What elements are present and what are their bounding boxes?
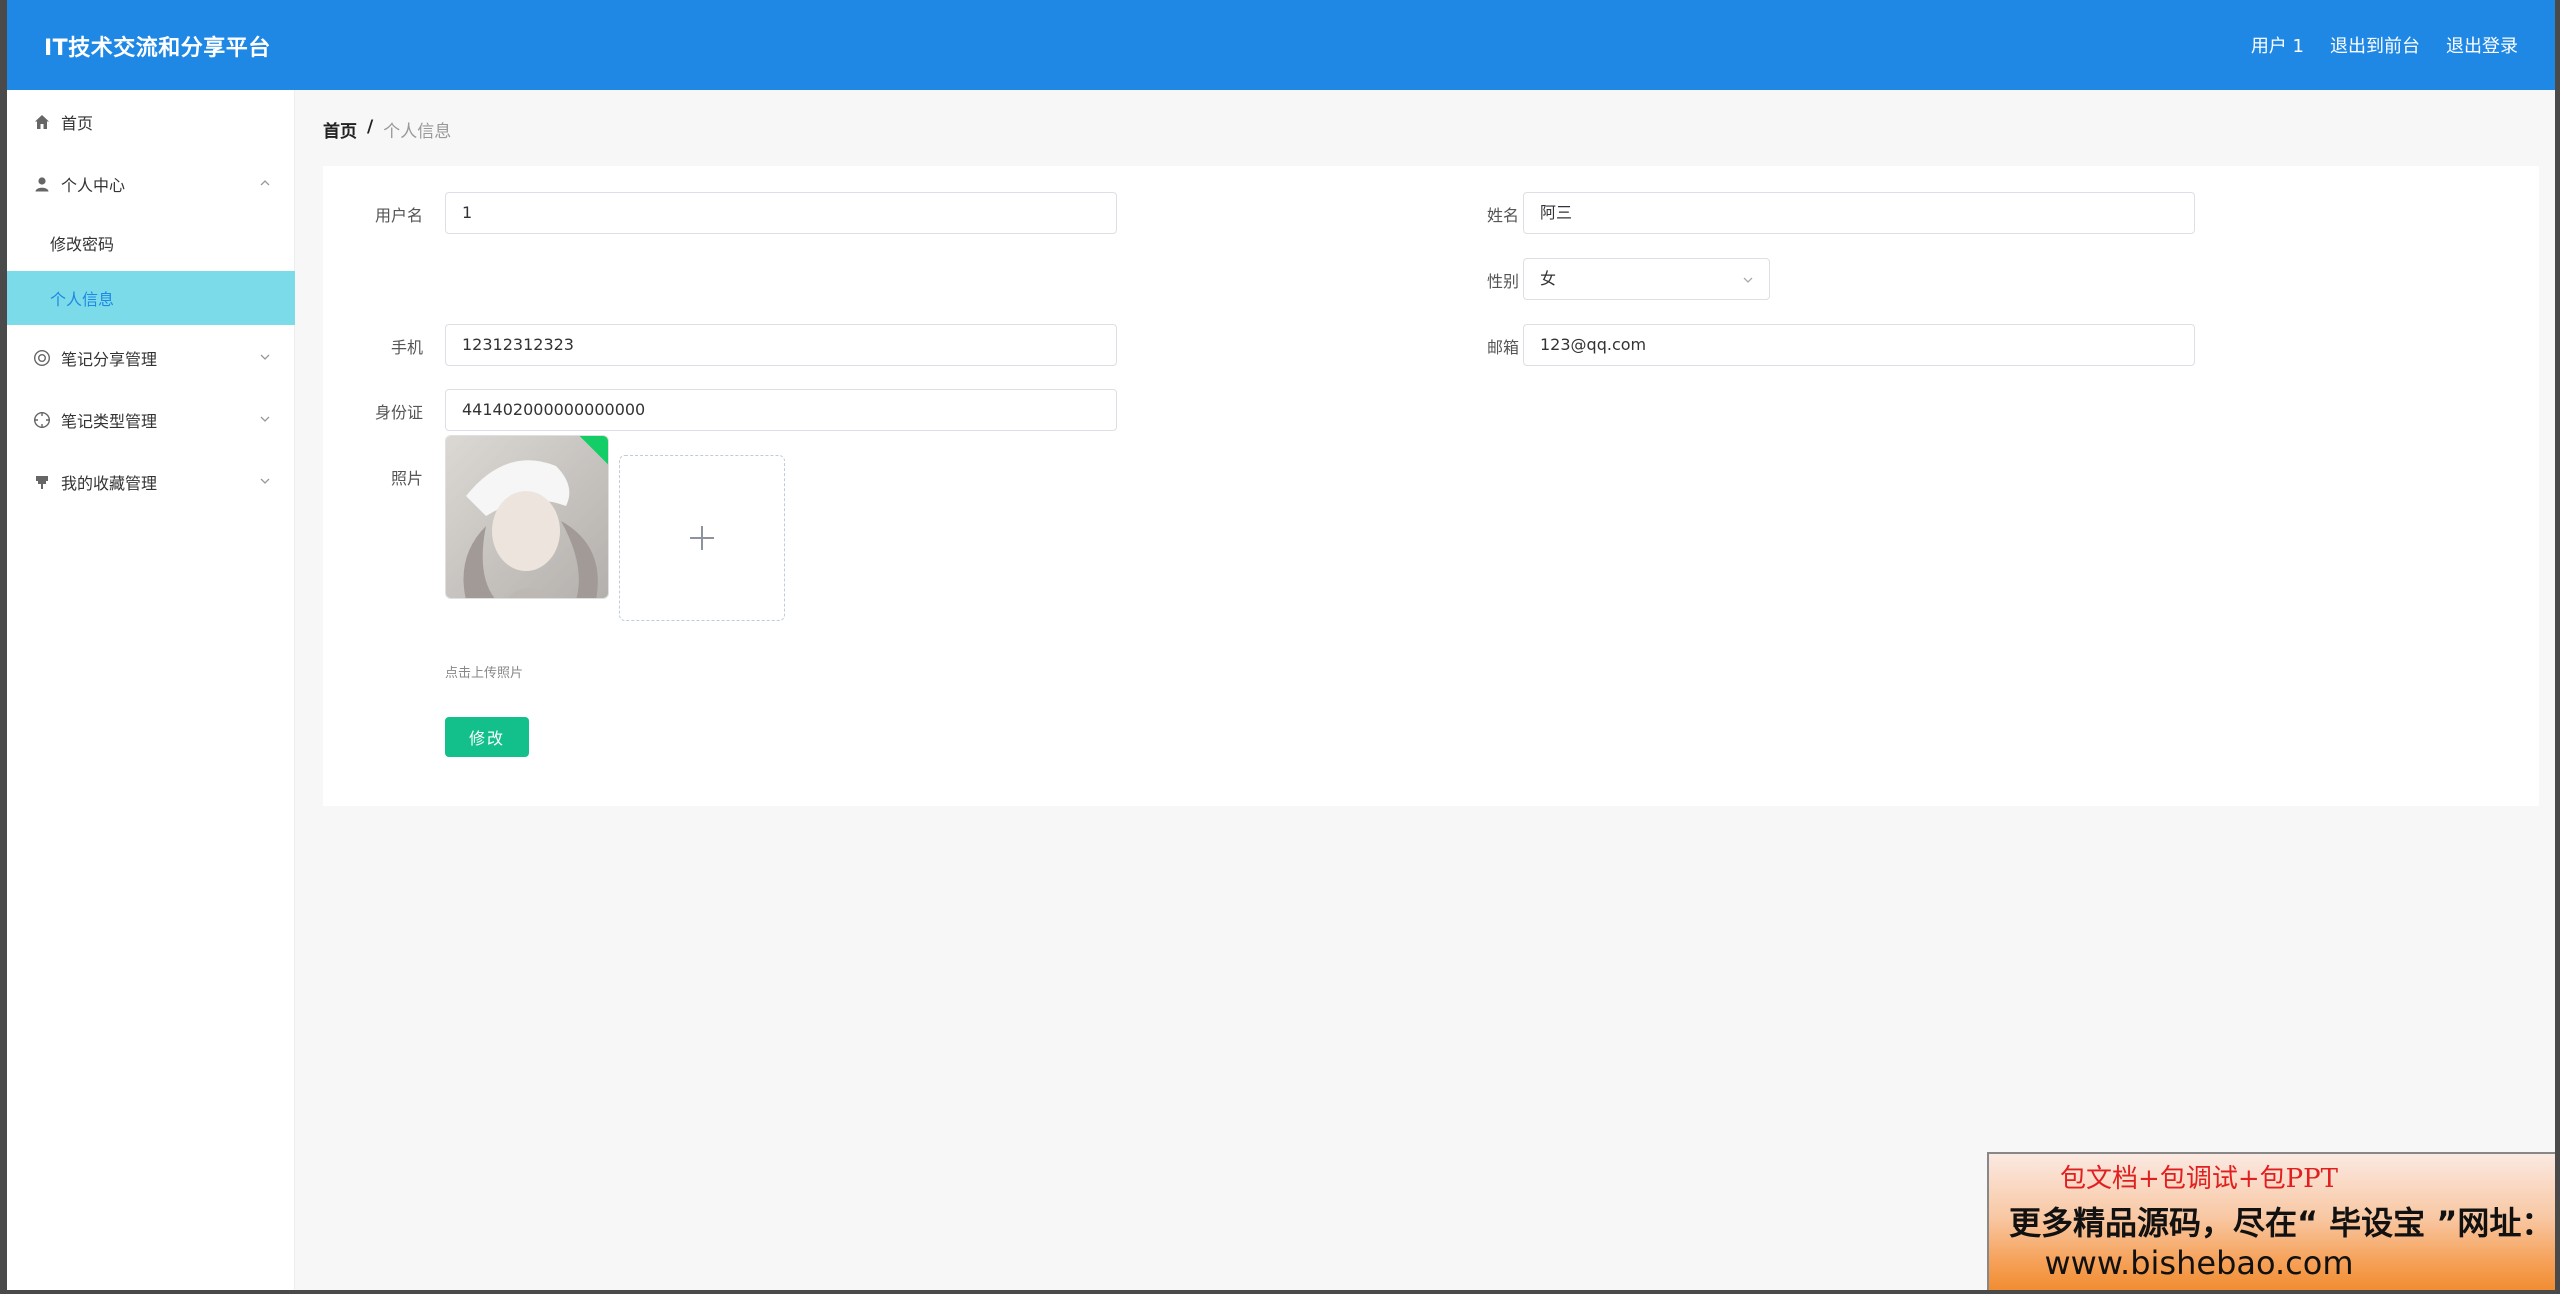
chevron-down-icon xyxy=(260,416,270,422)
ad-banner: 包文档+包调试+包PPT 更多精品源码，尽在“ 毕设宝 ”网址： www.bis… xyxy=(1987,1152,2555,1290)
gear-circle-icon xyxy=(33,349,51,367)
current-user-link[interactable]: 用户 1 xyxy=(2251,32,2304,58)
name-field[interactable]: 阿三 xyxy=(1523,192,2195,234)
username-field[interactable]: 1 xyxy=(445,192,1117,234)
sidebar-item-label: 我的收藏管理 xyxy=(61,474,158,493)
chevron-down-icon xyxy=(260,478,270,484)
name-label: 姓名 xyxy=(1486,206,1519,225)
sidebar-item-note-type[interactable]: 笔记类型管理 xyxy=(7,396,295,444)
breadcrumb: 首页 / 个人信息 xyxy=(323,117,451,142)
uploaded-photo-thumbnail[interactable] xyxy=(445,435,609,599)
back-to-frontend-link[interactable]: 退出到前台 xyxy=(2330,32,2420,58)
personal-info-form: 用户名 1 姓名 阿三 性别 女 手机 12312312323 邮箱 123@q… xyxy=(323,166,2539,806)
brand-title: IT技术交流和分享平台 xyxy=(44,36,271,61)
app-window: IT技术交流和分享平台 用户 1 退出到前台 退出登录 首页 个人中心 修改密码… xyxy=(7,0,2555,1290)
sidebar-item-label: 首页 xyxy=(61,114,94,133)
ad-line-1: 包文档+包调试+包PPT xyxy=(2060,1164,2338,1194)
sidebar-item-personal-center[interactable]: 个人中心 xyxy=(7,160,295,208)
username-label: 用户名 xyxy=(374,206,423,225)
plus-icon xyxy=(690,526,714,550)
home-icon xyxy=(33,113,51,131)
sidebar-item-label: 笔记类型管理 xyxy=(61,412,158,431)
breadcrumb-separator: / xyxy=(367,117,374,137)
sidebar: 首页 个人中心 修改密码 个人信息 笔记分享管理 笔记类型管理 我的收藏管理 xyxy=(7,90,295,1290)
pin-icon xyxy=(33,473,51,491)
sidebar-item-note-share[interactable]: 笔记分享管理 xyxy=(7,334,295,382)
header-nav: 用户 1 退出到前台 退出登录 xyxy=(2251,32,2518,58)
breadcrumb-home[interactable]: 首页 xyxy=(323,117,357,142)
sidebar-item-label: 个人中心 xyxy=(61,176,126,195)
ad-line-2: 更多精品源码，尽在“ 毕设宝 ”网址： xyxy=(2009,1204,2554,1242)
photo-image xyxy=(446,436,608,598)
chevron-up-icon xyxy=(260,180,270,186)
gender-select-value: 女 xyxy=(1540,269,1557,288)
chevron-down-icon xyxy=(260,354,270,360)
gender-select[interactable]: 女 xyxy=(1523,258,1770,300)
phone-field[interactable]: 12312312323 xyxy=(445,324,1117,366)
phone-label: 手机 xyxy=(390,338,423,357)
email-label: 邮箱 xyxy=(1486,338,1519,357)
idcard-field[interactable]: 441402000000000000 xyxy=(445,389,1117,431)
gender-label: 性别 xyxy=(1486,272,1519,291)
crosshair-icon xyxy=(33,411,51,429)
sidebar-subitem-personal-info[interactable]: 个人信息 xyxy=(7,271,295,325)
logout-link[interactable]: 退出登录 xyxy=(2446,32,2518,58)
chevron-down-icon xyxy=(1743,277,1753,283)
submit-button[interactable]: 修改 xyxy=(445,717,529,757)
breadcrumb-current: 个人信息 xyxy=(383,122,452,142)
upload-tip: 点击上传照片 xyxy=(445,666,524,681)
ad-line-3: www.bishebao.com xyxy=(2044,1244,2354,1282)
photo-upload-button[interactable] xyxy=(619,455,785,621)
email-field[interactable]: 123@qq.com xyxy=(1523,324,2195,366)
sidebar-item-my-favorites[interactable]: 我的收藏管理 xyxy=(7,458,295,506)
user-icon xyxy=(33,175,51,193)
sidebar-item-home[interactable]: 首页 xyxy=(7,98,295,146)
sidebar-subitem-change-password[interactable]: 修改密码 xyxy=(7,216,295,270)
idcard-label: 身份证 xyxy=(374,403,423,422)
top-header: IT技术交流和分享平台 用户 1 退出到前台 退出登录 xyxy=(7,0,2555,90)
photo-label: 照片 xyxy=(390,469,423,488)
sidebar-item-label: 笔记分享管理 xyxy=(61,350,158,369)
